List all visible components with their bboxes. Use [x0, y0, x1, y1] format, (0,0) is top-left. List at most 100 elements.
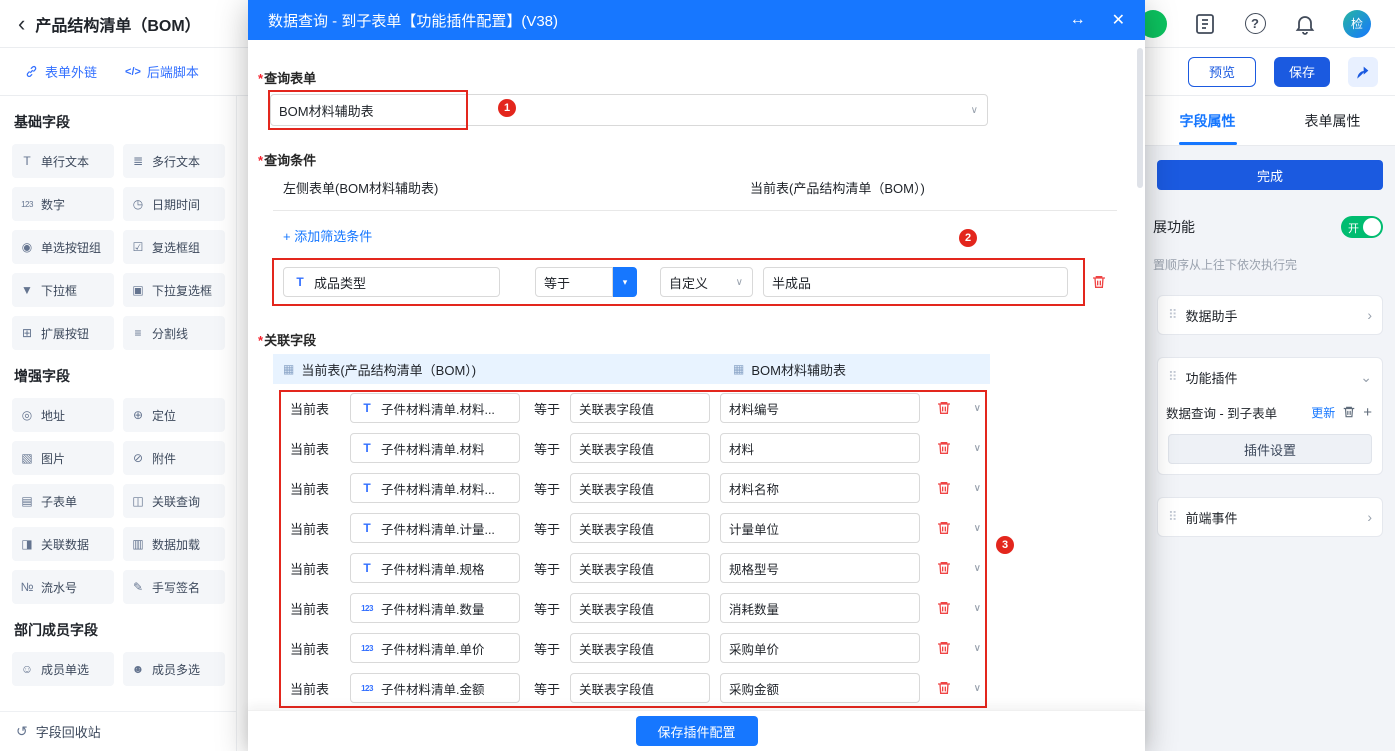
- row-delete-icon[interactable]: [936, 640, 952, 656]
- drag-handle-icon[interactable]: ⠿: [1168, 369, 1178, 385]
- field-item[interactable]: 123 数字: [12, 187, 114, 221]
- field-item[interactable]: ☻ 成员多选: [123, 652, 225, 686]
- row-target-select[interactable]: 采购单价: [720, 633, 920, 663]
- row-delete-icon[interactable]: [936, 680, 952, 696]
- card-frontend-events[interactable]: ⠿ 前端事件 ›: [1157, 497, 1383, 537]
- add-filter-link[interactable]: + 添加筛选条件: [283, 226, 372, 245]
- row-target-select[interactable]: 计量单位: [720, 513, 920, 543]
- filter-delete-icon[interactable]: [1091, 274, 1107, 290]
- row-delete-icon[interactable]: [936, 520, 952, 536]
- field-item[interactable]: ◨ 关联数据: [12, 527, 114, 561]
- row-mode-select[interactable]: 关联表字段值: [570, 473, 710, 503]
- field-item[interactable]: ≡ 分割线: [123, 316, 225, 350]
- field-item[interactable]: ▧ 图片: [12, 441, 114, 475]
- filter-field-input[interactable]: T 成品类型: [283, 267, 500, 297]
- field-item-label: 单选按钮组: [41, 239, 101, 256]
- done-button[interactable]: 完成: [1157, 160, 1383, 190]
- row-delete-icon[interactable]: [936, 480, 952, 496]
- field-type-icon: T: [359, 481, 375, 495]
- dialog-scrollbar[interactable]: [1137, 48, 1143, 188]
- row-delete-icon[interactable]: [936, 600, 952, 616]
- row-mode-select[interactable]: 关联表字段值: [570, 553, 710, 583]
- row-target-select[interactable]: 材料编号: [720, 393, 920, 423]
- card-function-plugins: ⠿ 功能插件 ⌄ 数据查询 - 到子表单 更新 + 插件设置: [1157, 357, 1383, 475]
- row-delete-icon[interactable]: [936, 560, 952, 576]
- drag-handle-icon[interactable]: ⠿: [1168, 307, 1178, 323]
- field-item[interactable]: № 流水号: [12, 570, 114, 604]
- filter-operator-select[interactable]: 等于: [535, 267, 613, 297]
- dialog-header: 数据查询 - 到子表单【功能插件配置】(V38) ↔ ✕: [248, 0, 1145, 40]
- function-plugins-header[interactable]: ⠿ 功能插件 ⌄: [1158, 358, 1382, 396]
- tab-form-properties[interactable]: 表单属性: [1270, 96, 1395, 145]
- plugin-delete-icon[interactable]: [1341, 404, 1357, 420]
- toolbar-tab-backend-script[interactable]: </> 后端脚本: [125, 62, 199, 81]
- extend-function-toggle[interactable]: 开: [1341, 216, 1383, 238]
- row-operator-label: 等于: [534, 679, 564, 698]
- field-item[interactable]: ▣ 下拉复选框: [123, 273, 225, 307]
- plugin-add-icon[interactable]: +: [1363, 405, 1372, 420]
- row-target-select[interactable]: 材料名称: [720, 473, 920, 503]
- row-mode-select[interactable]: 关联表字段值: [570, 673, 710, 703]
- field-item[interactable]: ◷ 日期时间: [123, 187, 225, 221]
- drag-handle-icon[interactable]: ⠿: [1168, 509, 1178, 525]
- filter-value-input[interactable]: 半成品: [763, 267, 1068, 297]
- field-type-icon: №: [18, 580, 36, 594]
- row-target-select[interactable]: 采购金额: [720, 673, 920, 703]
- back-icon[interactable]: ‹: [18, 13, 25, 35]
- row-field-input[interactable]: 123 子件材料清单.数量: [350, 593, 520, 623]
- field-item[interactable]: ⊕ 定位: [123, 398, 225, 432]
- row-field-input[interactable]: T 子件材料清单.材料: [350, 433, 520, 463]
- preview-button[interactable]: 预览: [1188, 57, 1256, 87]
- tab-field-properties[interactable]: 字段属性: [1145, 96, 1270, 145]
- field-item[interactable]: ◉ 单选按钮组: [12, 230, 114, 264]
- notification-bell-icon[interactable]: [1293, 12, 1317, 36]
- expand-icon[interactable]: ↔: [1070, 11, 1086, 29]
- field-item[interactable]: ▥ 数据加载: [123, 527, 225, 561]
- user-avatar[interactable]: 检: [1343, 10, 1371, 38]
- plugin-settings-button[interactable]: 插件设置: [1168, 434, 1372, 464]
- field-item[interactable]: ☑ 复选框组: [123, 230, 225, 264]
- field-item[interactable]: ✎ 手写签名: [123, 570, 225, 604]
- publish-share-button[interactable]: [1348, 57, 1378, 87]
- row-delete-icon[interactable]: [936, 400, 952, 416]
- field-item[interactable]: ▼ 下拉框: [12, 273, 114, 307]
- filter-operator-caret-button[interactable]: ▾: [613, 267, 637, 297]
- field-item[interactable]: ≣ 多行文本: [123, 144, 225, 178]
- field-item[interactable]: ◫ 关联查询: [123, 484, 225, 518]
- row-target-select[interactable]: 规格型号: [720, 553, 920, 583]
- field-item[interactable]: ⊘ 附件: [123, 441, 225, 475]
- field-item[interactable]: T 单行文本: [12, 144, 114, 178]
- feedback-form-icon[interactable]: [1193, 12, 1217, 36]
- row-target-select[interactable]: 材料: [720, 433, 920, 463]
- plugin-update-link[interactable]: 更新: [1311, 404, 1335, 421]
- row-field-input[interactable]: T 子件材料清单.材料...: [350, 473, 520, 503]
- row-target-select[interactable]: 消耗数量: [720, 593, 920, 623]
- row-mode-select[interactable]: 关联表字段值: [570, 513, 710, 543]
- row-mode-select[interactable]: 关联表字段值: [570, 433, 710, 463]
- field-item[interactable]: ◎ 地址: [12, 398, 114, 432]
- field-item[interactable]: ☺ 成员单选: [12, 652, 114, 686]
- card-data-helper[interactable]: ⠿ 数据助手 ›: [1157, 295, 1383, 335]
- filter-value-type-select[interactable]: 自定义: [660, 267, 753, 297]
- field-recycle-bin[interactable]: ↺ 字段回收站: [0, 711, 236, 751]
- close-icon[interactable]: ✕: [1112, 10, 1125, 30]
- save-plugin-config-button[interactable]: 保存插件配置: [636, 716, 758, 746]
- row-field-input[interactable]: T 子件材料清单.材料...: [350, 393, 520, 423]
- row-mode-select[interactable]: 关联表字段值: [570, 593, 710, 623]
- link-icon: [24, 64, 39, 79]
- field-item-label: 子表单: [41, 493, 77, 510]
- row-delete-icon[interactable]: [936, 440, 952, 456]
- row-field-input[interactable]: T 子件材料清单.规格: [350, 553, 520, 583]
- row-field-input[interactable]: T 子件材料清单.计量...: [350, 513, 520, 543]
- query-form-select[interactable]: BOM材料辅助表: [270, 94, 988, 126]
- row-mode-select[interactable]: 关联表字段值: [570, 633, 710, 663]
- toolbar-tab-external-link[interactable]: 表单外链: [24, 62, 97, 81]
- field-item[interactable]: ⊞ 扩展按钮: [12, 316, 114, 350]
- member-fields-grid: ☺ 成员单选 ☻ 成员多选: [12, 652, 224, 686]
- save-button[interactable]: 保存: [1274, 57, 1330, 87]
- row-field-input[interactable]: 123 子件材料清单.金额: [350, 673, 520, 703]
- row-field-input[interactable]: 123 子件材料清单.单价: [350, 633, 520, 663]
- row-mode-select[interactable]: 关联表字段值: [570, 393, 710, 423]
- field-item[interactable]: ▤ 子表单: [12, 484, 114, 518]
- help-icon[interactable]: ?: [1243, 12, 1267, 36]
